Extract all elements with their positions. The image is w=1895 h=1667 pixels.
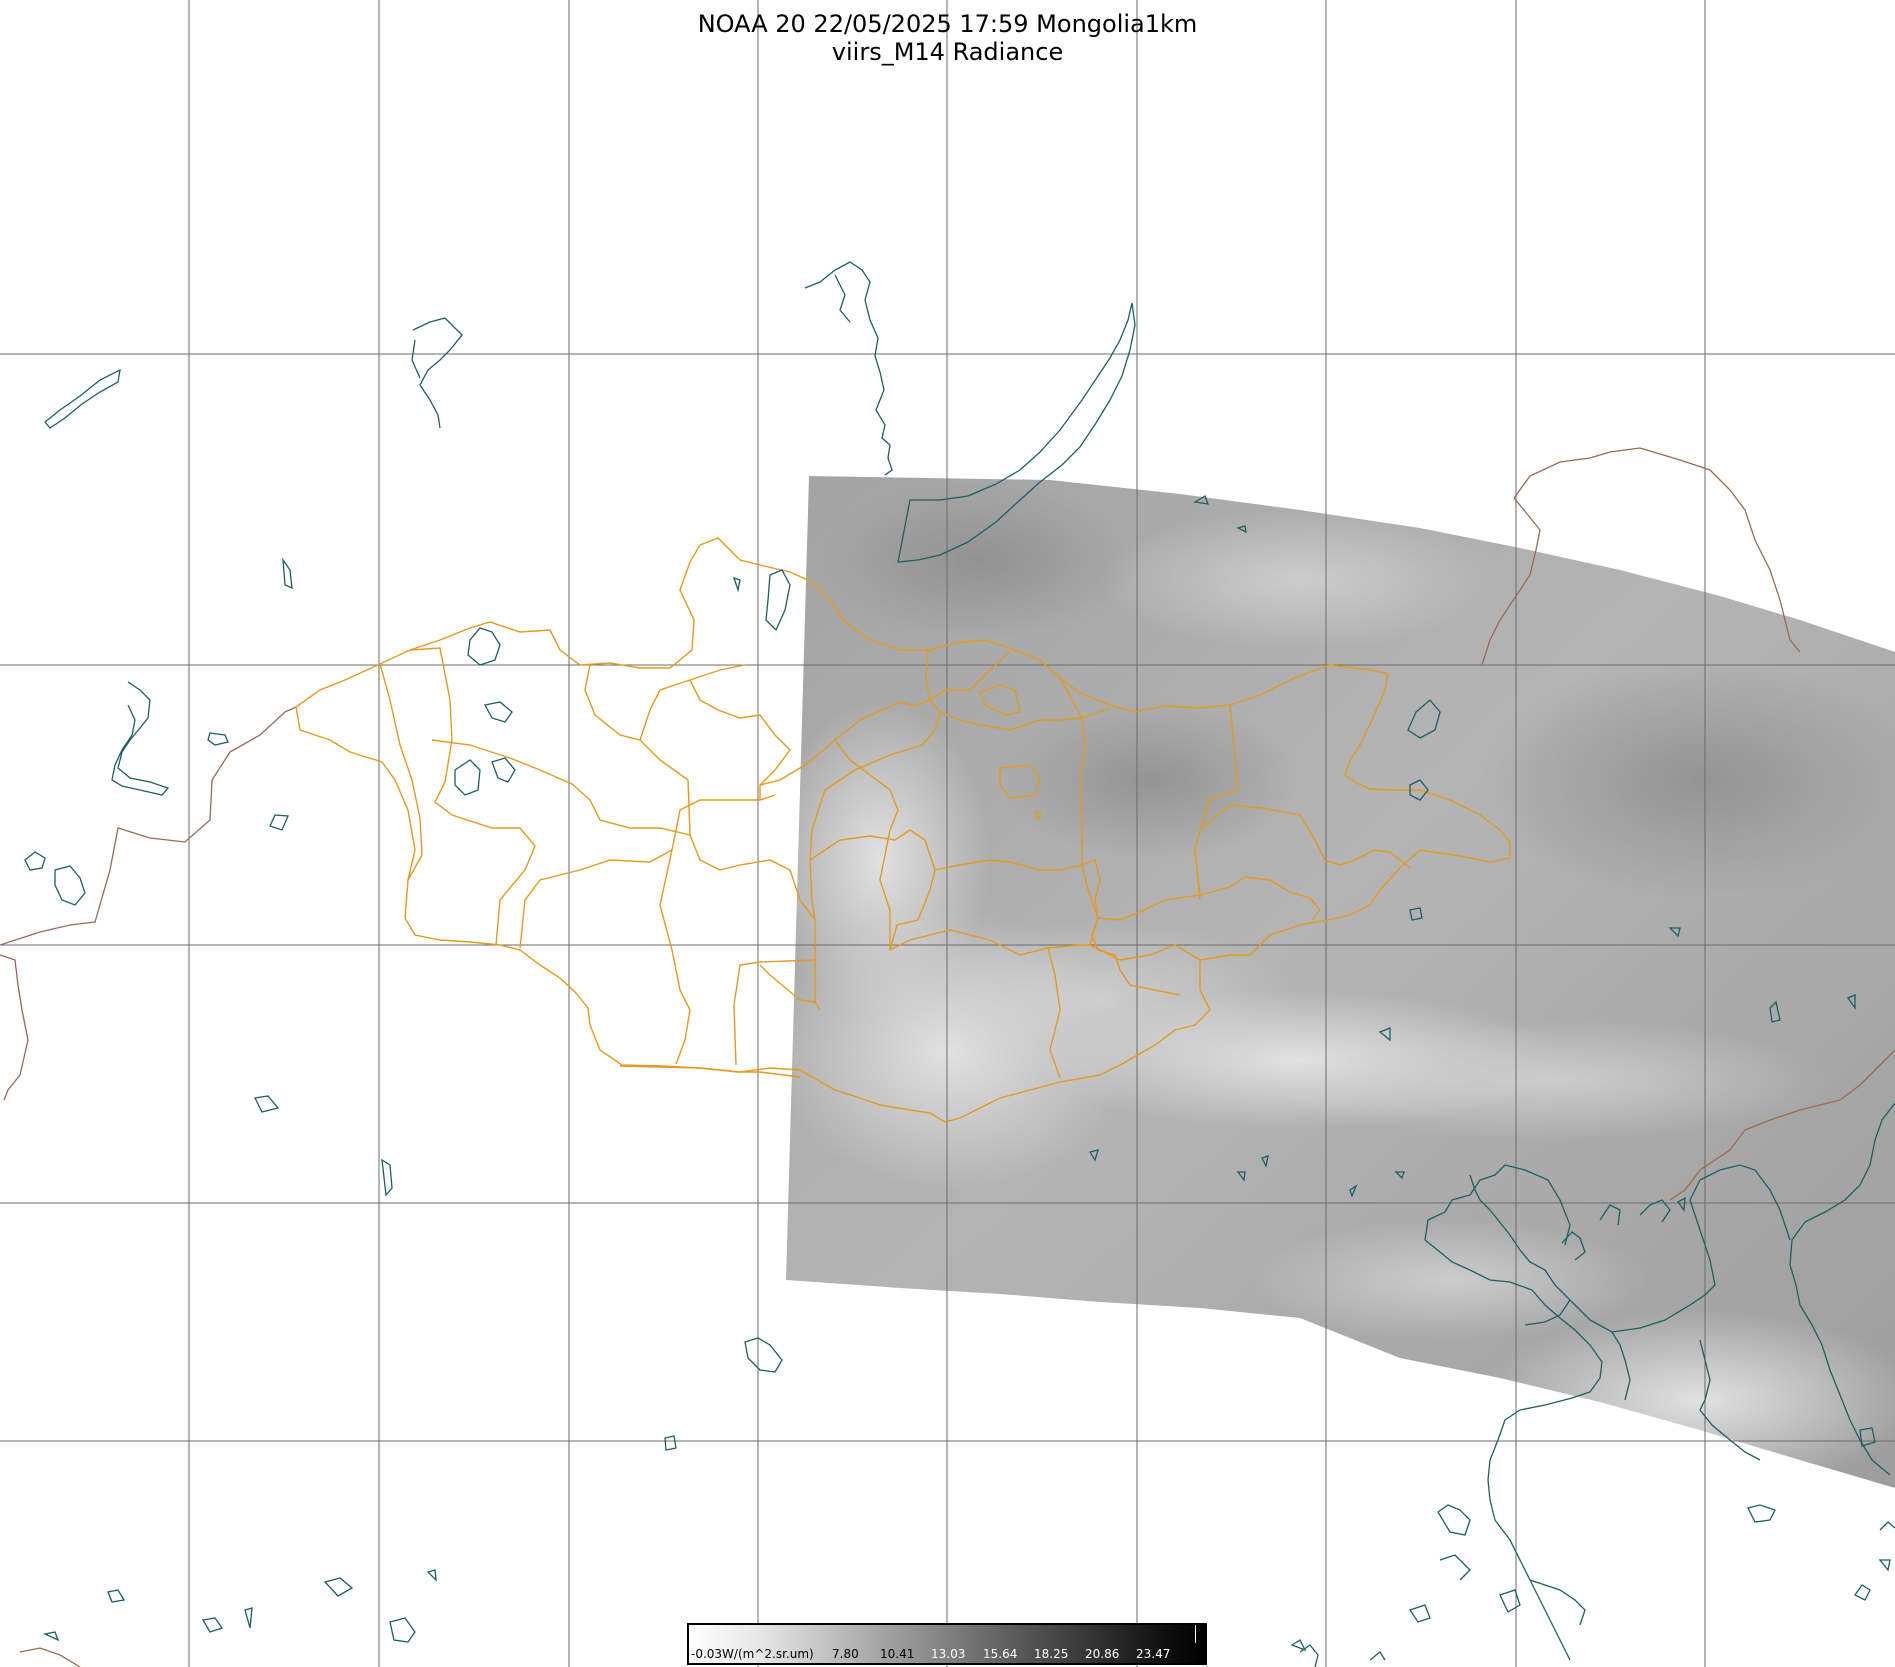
colorbar-label: 13.03 (931, 1647, 966, 1661)
image-subtitle: viirs_M14 Radiance (831, 38, 1064, 66)
colorbar-labels: -0.03W/(m^2.sr.um) 7.80 10.41 13.03 15.6… (689, 1645, 1205, 1663)
satellite-swath (786, 476, 1895, 1488)
colorbar-end-tick (1195, 1625, 1196, 1643)
colorbar-label: 10.41 (880, 1647, 915, 1661)
colorbar-label: 23.47 (1136, 1647, 1171, 1661)
colorbar-label: 7.80 (832, 1647, 859, 1661)
colorbar: -0.03W/(m^2.sr.um) 7.80 10.41 13.03 15.6… (687, 1623, 1207, 1665)
colorbar-label: 15.64 (983, 1647, 1018, 1661)
colorbar-label: -0.03W/(m^2.sr.um) (691, 1647, 814, 1661)
colorbar-label: 18.25 (1034, 1647, 1069, 1661)
colorbar-label: 20.86 (1085, 1647, 1120, 1661)
satellite-map (0, 0, 1895, 1667)
image-title: NOAA 20 22/05/2025 17:59 Mongolia1km (697, 10, 1198, 38)
